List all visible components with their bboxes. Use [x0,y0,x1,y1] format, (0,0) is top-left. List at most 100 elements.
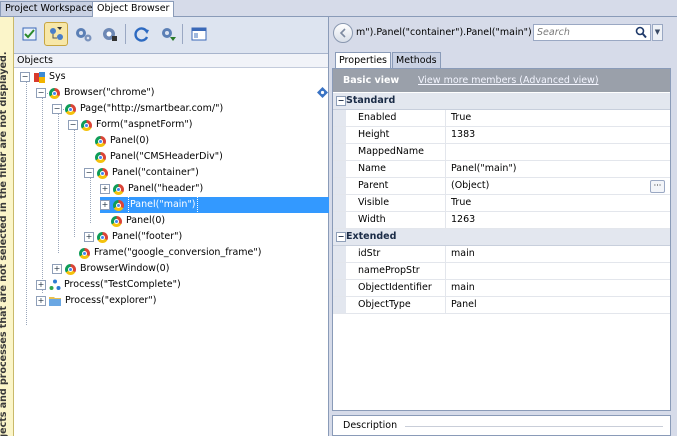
testcomplete-icon [49,279,61,290]
collapse-icon[interactable]: − [336,96,346,106]
expand-icon[interactable]: + [36,296,46,306]
properties-grid[interactable]: − Standard Enabled True Height 1383 Mapped… [333,93,670,314]
tree-node-label: Panel(0) [110,135,150,146]
tree-node-label: Form("aspnetForm") [96,119,193,130]
category-extended[interactable]: − Extended [333,229,670,246]
property-value[interactable]: True [451,110,471,126]
property-value[interactable]: (Object) [451,178,489,194]
property-row[interactable]: MappedName [333,144,670,161]
object-tree-panel: Objects − Sys − Browser("chrome") − Page… [14,17,330,436]
ellipsis-button[interactable]: ··· [650,180,665,193]
collapse-icon[interactable]: − [84,168,94,178]
search-input[interactable]: Search [533,24,651,41]
property-value[interactable]: 1383 [451,127,475,143]
top-tab-bar: Project Workspace Object Browser [0,0,677,17]
tree-node-form[interactable]: − Form("aspnetForm") [68,117,192,133]
expand-icon[interactable]: + [100,200,110,210]
property-row[interactable]: idStr main [333,246,670,263]
tree-node-panel-footer[interactable]: + Panel("footer") [84,229,182,245]
tree-node-browser-chrome[interactable]: − Browser("chrome") [36,85,155,101]
tab-object-browser[interactable]: Object Browser [92,1,175,17]
options-button[interactable] [156,22,180,46]
category-standard[interactable]: − Standard [333,93,670,110]
gears-icon [76,28,92,42]
advanced-view-link[interactable]: View more members (Advanced view) [418,75,599,86]
tree-node-panel-container[interactable]: − Panel("container") [84,165,199,181]
objects-column-header[interactable]: Objects [14,54,328,68]
tab-properties[interactable]: Properties [335,52,392,69]
tree-node-label: Sys [49,71,66,82]
tree-node-panel-0-child[interactable]: Panel(0) [111,213,165,229]
checklist-icon [22,27,37,41]
property-row[interactable]: Width 1263 [333,212,670,229]
collapse-icon[interactable]: − [336,232,346,242]
expand-icon[interactable]: + [84,232,94,242]
collapse-icon[interactable]: − [36,88,46,98]
collapse-icon[interactable]: − [68,120,78,130]
basic-view-bar: Basic view View more members (Advanced v… [333,69,670,92]
property-value[interactable]: True [451,195,471,211]
filter-objects-button[interactable] [44,22,68,46]
tree-node-panel-cmsheaderdiv[interactable]: Panel("CMSHeaderDiv") [95,149,223,165]
show-checked-button[interactable] [18,22,42,46]
collapse-icon[interactable]: − [52,104,62,114]
property-row[interactable]: Height 1383 [333,127,670,144]
chrome-icon [49,87,60,99]
tree-node-sys[interactable]: − Sys [20,69,66,85]
property-row[interactable]: Parent (Object) ··· [333,178,670,195]
expand-icon[interactable]: + [36,280,46,290]
toolbar-separator [125,24,126,44]
property-name: Enabled [346,110,446,126]
tree-node-process-explorer[interactable]: + Process("explorer") [36,293,156,309]
description-panel: Description [332,415,671,436]
tab-project-workspace[interactable]: Project Workspace [0,1,98,16]
highlight-object-button[interactable] [98,22,122,46]
tree-node-process-testcomplete[interactable]: + Process("TestComplete") [36,277,181,293]
object-address-bar: m").Panel("container").Panel("main") Sea… [329,17,677,49]
property-row[interactable]: ObjectIdentifier main [333,280,670,297]
expand-icon[interactable]: + [52,264,62,274]
window-icon [191,27,207,41]
tree-node-browserwindow[interactable]: + BrowserWindow(0) [52,261,169,277]
property-row[interactable]: Visible True [333,195,670,212]
tree-node-page[interactable]: − Page("http://smartbear.com/") [52,101,223,117]
highlight-move-icon[interactable] [317,87,328,98]
search-placeholder: Search [537,27,570,38]
property-row[interactable]: Name Panel("main") [333,161,670,178]
property-value[interactable]: 1263 [451,212,475,228]
object-path: m").Panel("container").Panel("main") [356,27,532,38]
category-label: Standard [346,95,396,106]
folder-icon [49,297,61,306]
property-row[interactable]: Enabled True [333,110,670,127]
tree-node-panel-0[interactable]: Panel(0) [95,133,149,149]
gear-arrow-icon [162,28,176,41]
filter-tree-icon [50,27,63,40]
refresh-button[interactable] [130,22,154,46]
back-button[interactable] [333,23,353,43]
collapse-icon[interactable]: − [20,72,30,82]
object-spy-icon [103,28,117,41]
tree-node-panel-main[interactable]: + Panel("main") [100,196,330,214]
property-value[interactable]: main [451,280,475,296]
property-name: Parent [346,178,446,194]
tree-node-label: BrowserWindow(0) [80,263,170,274]
object-tree[interactable]: − Sys − Browser("chrome") − Page("http:/… [14,69,330,436]
property-value[interactable]: Panel("main") [451,161,517,177]
tree-node-label: Process("explorer") [65,295,157,306]
tab-methods[interactable]: Methods [392,52,441,68]
property-row[interactable]: ObjectType Panel [333,297,670,314]
chrome-icon [95,135,106,147]
settings-button[interactable] [71,22,95,46]
tree-node-frame[interactable]: Frame("google_conversion_frame") [79,245,261,261]
property-name: Name [346,161,446,177]
chrome-icon [65,263,76,275]
sys-icon [34,71,45,83]
search-icon[interactable] [635,26,647,39]
window-view-button[interactable] [187,22,211,46]
tree-node-panel-header[interactable]: + Panel("header") [100,181,203,197]
property-value[interactable]: main [451,246,475,262]
property-row[interactable]: namePropStr [333,263,670,280]
expand-icon[interactable]: + [100,184,110,194]
property-value[interactable]: Panel [451,297,477,313]
search-dropdown-button[interactable]: ▼ [652,24,663,41]
